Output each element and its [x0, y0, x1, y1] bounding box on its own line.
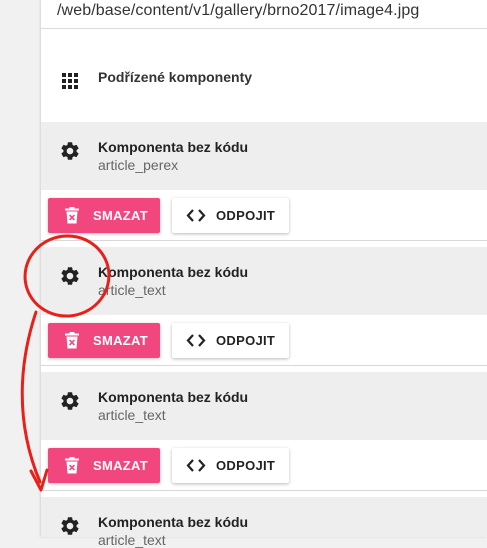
detach-label: ODPOJIT	[216, 458, 276, 473]
section-title: Podřízené komponenty	[98, 69, 253, 85]
delete-label: SMAZAT	[93, 208, 148, 223]
detach-label: ODPOJIT	[216, 208, 276, 223]
component-header[interactable]: Komponenta bez kódu article_text	[41, 247, 487, 315]
component-actions: SMAZAT ODPOJIT	[41, 315, 487, 366]
code-icon	[186, 208, 206, 223]
component-code: article_text	[98, 532, 166, 548]
grid-icon	[62, 73, 78, 89]
trash-icon	[65, 457, 79, 474]
detach-label: ODPOJIT	[216, 333, 276, 348]
delete-label: SMAZAT	[93, 333, 148, 348]
delete-button[interactable]: SMAZAT	[48, 198, 160, 233]
component-title: Komponenta bez kódu	[98, 514, 249, 530]
detach-button[interactable]: ODPOJIT	[172, 323, 289, 358]
component-title: Komponenta bez kódu	[98, 389, 249, 405]
gear-icon	[59, 390, 81, 412]
delete-label: SMAZAT	[93, 458, 148, 473]
delete-button[interactable]: SMAZAT	[48, 323, 160, 358]
trash-icon	[65, 207, 79, 224]
component-actions: SMAZAT ODPOJIT	[41, 440, 487, 491]
code-icon	[186, 458, 206, 473]
image-path-field[interactable]: /web/base/content/v1/gallery/brno2017/im…	[41, 0, 487, 29]
image-path-value: /web/base/content/v1/gallery/brno2017/im…	[57, 2, 420, 19]
component-header[interactable]: Komponenta bez kódu article_text	[41, 497, 487, 548]
child-components-section: Podřízené komponenty	[41, 52, 487, 122]
component-code: article_perex	[98, 157, 179, 173]
component-header[interactable]: Komponenta bez kódu article_perex	[41, 122, 487, 190]
annotation-arrow-line	[20, 310, 42, 484]
component-header[interactable]: Komponenta bez kódu article_text	[41, 372, 487, 440]
trash-icon	[65, 332, 79, 349]
detach-button[interactable]: ODPOJIT	[172, 448, 289, 483]
code-icon	[186, 333, 206, 348]
component-code: article_text	[98, 282, 166, 298]
gear-icon	[59, 515, 81, 537]
gear-icon	[59, 265, 81, 287]
delete-button[interactable]: SMAZAT	[48, 448, 160, 483]
component-actions: SMAZAT ODPOJIT	[41, 190, 487, 241]
component-title: Komponenta bez kódu	[98, 139, 249, 155]
component-code: article_text	[98, 407, 166, 423]
gear-icon	[59, 140, 81, 162]
component-panel: /web/base/content/v1/gallery/brno2017/im…	[41, 0, 487, 548]
component-title: Komponenta bez kódu	[98, 264, 249, 280]
detach-button[interactable]: ODPOJIT	[172, 198, 289, 233]
